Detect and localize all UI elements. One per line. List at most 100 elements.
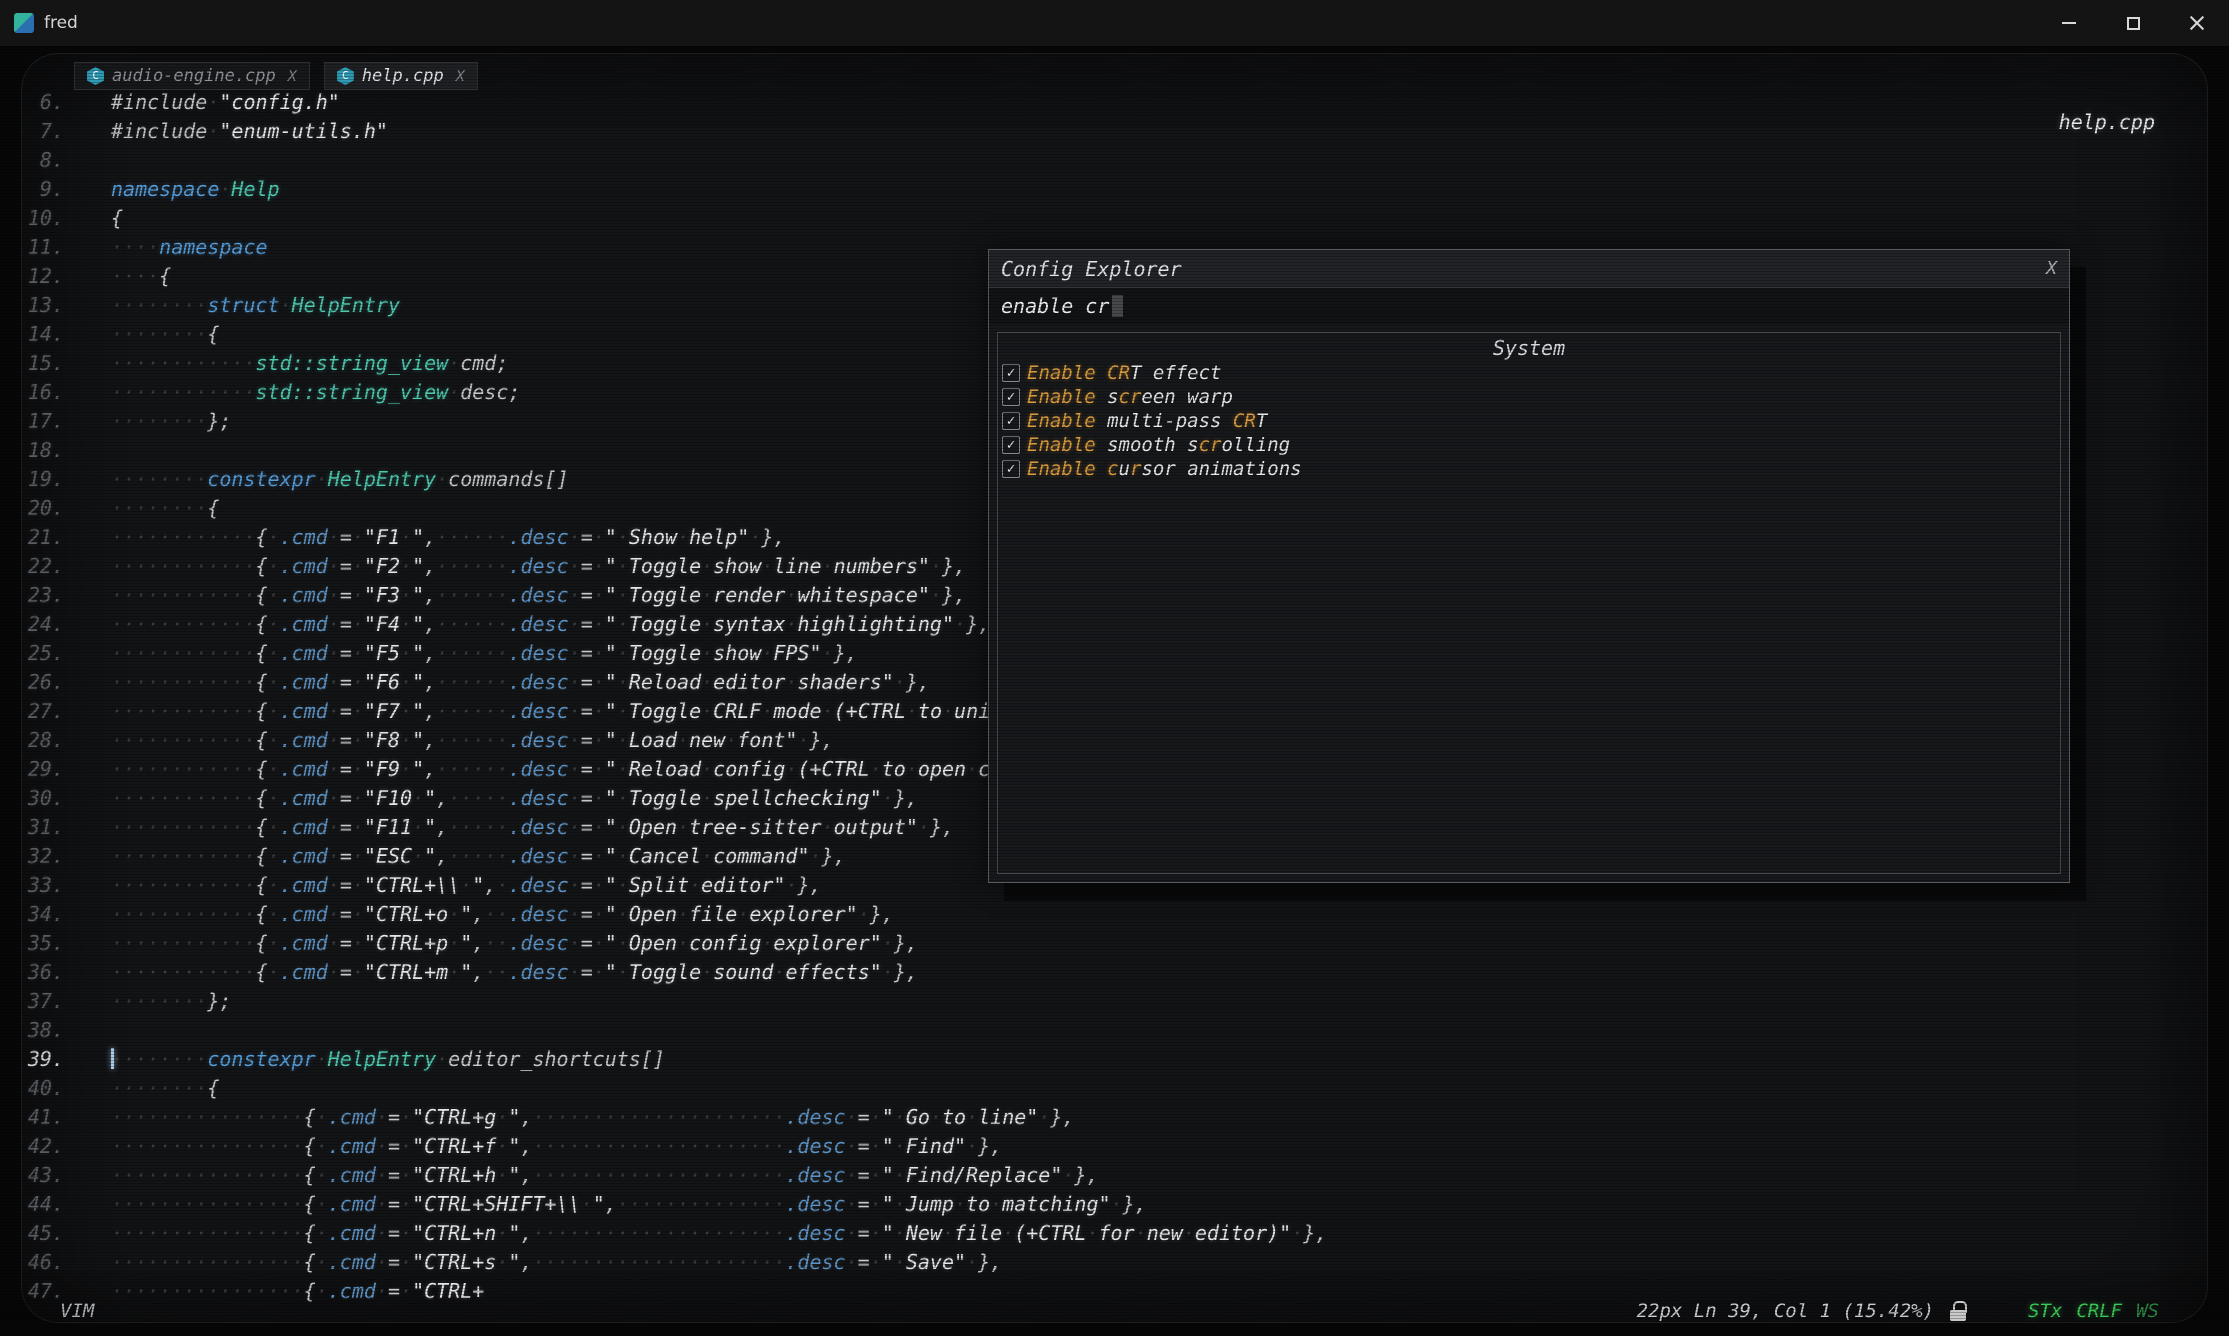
code-line[interactable]: 6.#include·"config.h" [20,88,2203,117]
checkbox-checked-icon[interactable]: ✓ [1002,412,1020,430]
whitespace-dot: · [448,351,460,375]
whitespace-dot: · [400,728,412,752]
code-line[interactable]: 43.················{·.cmd·=·"CTRL+h·",··… [20,1161,2203,1190]
code-line[interactable]: 41.················{·.cmd·=·"CTRL+g·",··… [20,1103,2203,1132]
code-line[interactable]: 45.················{·.cmd·=·"CTRL+n·",··… [20,1219,2203,1248]
checkbox-checked-icon[interactable]: ✓ [1002,388,1020,406]
minimize-button[interactable] [2037,0,2101,46]
code-line[interactable]: 7.#include·"enum-utils.h" [20,117,2203,146]
code-token: { [256,641,268,665]
code-token: "CTRL+SHIFT+\\ [412,1192,581,1216]
status-ws: WS [2136,1300,2159,1322]
code-token: mode [773,699,821,723]
code-line[interactable]: 10.{ [20,204,2203,233]
whitespace-dot: ············ [111,583,256,607]
status-right-group: 22px Ln 39, Col 1 (15.42%) STx CRLF WS [1637,1300,2159,1322]
code-token: editor" [701,873,785,897]
whitespace-dot: · [268,612,280,636]
whitespace-dot: · [412,844,424,868]
code-line[interactable]: 36.············{·.cmd·=·"CTRL+m·",··.des… [20,958,2203,987]
close-button[interactable] [2165,0,2229,46]
code-token: Cancel [629,844,701,868]
line-content: ········constexpr·HelpEntry·editor_short… [111,1045,665,1074]
code-line[interactable]: 8. [20,146,2203,175]
whitespace-dot: · [352,554,364,578]
line-number: 34. [20,900,64,929]
checkbox-checked-icon[interactable]: ✓ [1002,460,1020,478]
tab-audio-engine-cpp[interactable]: Caudio-engine.cppX [74,62,310,90]
code-token: .cmd [280,757,328,781]
code-line[interactable]: 9.namespace·Help [20,175,2203,204]
checkbox-checked-icon[interactable]: ✓ [1002,436,1020,454]
code-line[interactable]: 39.········constexpr·HelpEntry·editor_sh… [20,1045,2203,1074]
code-token: sound [713,960,773,984]
whitespace-dot: · [617,641,629,665]
tab-close-button[interactable]: X [288,67,297,85]
code-token: Toggle [629,699,701,723]
tab-help-cpp[interactable]: Chelp.cppX [324,62,478,90]
tab-close-button[interactable]: X [456,67,465,85]
whitespace-dot: · [400,1250,412,1274]
code-token: { [256,902,268,926]
code-line[interactable]: 44.················{·.cmd·=·"CTRL+SHIFT+… [20,1190,2203,1219]
whitespace-dot: · [448,380,460,404]
label-segment: multi-pass [1096,410,1233,432]
code-line[interactable]: 40.········{ [20,1074,2203,1103]
code-line[interactable]: 38. [20,1016,2203,1045]
whitespace-dot: · [268,815,280,839]
code-token: .desc [508,525,568,549]
code-token: desc; [460,380,520,404]
code-token: = [340,902,352,926]
whitespace-dot: · [593,873,605,897]
code-token: }; [207,409,231,433]
code-token: , [520,1163,532,1187]
checkbox-checked-icon[interactable]: ✓ [1002,364,1020,382]
code-token: (+CTRL [834,699,906,723]
code-token: " [460,902,472,926]
code-token: { [256,583,268,607]
whitespace-dot: · [328,873,340,897]
whitespace-dot: · [677,902,689,926]
code-token: = [340,786,352,810]
label-segment: T [1256,410,1267,432]
config-item[interactable]: ✓Enable CRT effect [998,361,2060,385]
code-line[interactable]: 42.················{·.cmd·=·"CTRL+f·",··… [20,1132,2203,1161]
code-token: = [388,1221,400,1245]
code-line[interactable]: 35.············{·.cmd·=·"CTRL+p·",··.des… [20,929,2203,958]
code-token: }, [822,844,846,868]
code-line[interactable]: 37.········}; [20,987,2203,1016]
code-line[interactable]: 34.············{·.cmd·=·"CTRL+o·",··.des… [20,900,2203,929]
code-token: Save" [906,1250,966,1274]
line-content: ············{·.cmd·=·"F4·",······.desc·=… [111,610,990,639]
config-search-input[interactable]: enable cr [989,288,2069,324]
window-titlebar[interactable]: fred [0,0,2229,46]
whitespace-dot: · [1111,1192,1123,1216]
whitespace-dot: · [593,815,605,839]
config-item[interactable]: ✓Enable smooth scrolling [998,433,2060,457]
config-item[interactable]: ✓Enable cursor animations [998,457,2060,481]
dialog-close-button[interactable]: X [2046,258,2057,279]
whitespace-dot: · [725,728,737,752]
code-token: "F2 [364,554,400,578]
whitespace-dot: · [328,786,340,810]
config-results-panel: System ✓Enable CRT effect✓Enable screen … [997,332,2061,874]
maximize-button[interactable] [2101,0,2165,46]
whitespace-dot: ················ [111,1221,304,1245]
config-item[interactable]: ✓Enable screen warp [998,385,2060,409]
code-token: = [340,612,352,636]
code-token: { [207,1076,219,1100]
whitespace-dot: · [870,1192,882,1216]
config-items-list: ✓Enable CRT effect✓Enable screen warp✓En… [998,361,2060,481]
code-token: .desc [785,1250,845,1274]
code-token: show [713,554,761,578]
code-line[interactable]: 46.················{·.cmd·=·"CTRL+s·",··… [20,1248,2203,1277]
minimize-icon [2062,22,2076,24]
line-content: ············{·.cmd·=·"CTRL+o·",··.desc·=… [111,900,894,929]
code-token: .cmd [280,670,328,694]
status-flags: STx CRLF WS [2028,1300,2159,1322]
line-content: #include·"enum-utils.h" [111,117,388,146]
config-item[interactable]: ✓Enable multi-pass CRT [998,409,2060,433]
code-token: "enum-utils.h" [219,119,388,143]
code-token: " [412,612,424,636]
code-token: New [906,1221,942,1245]
